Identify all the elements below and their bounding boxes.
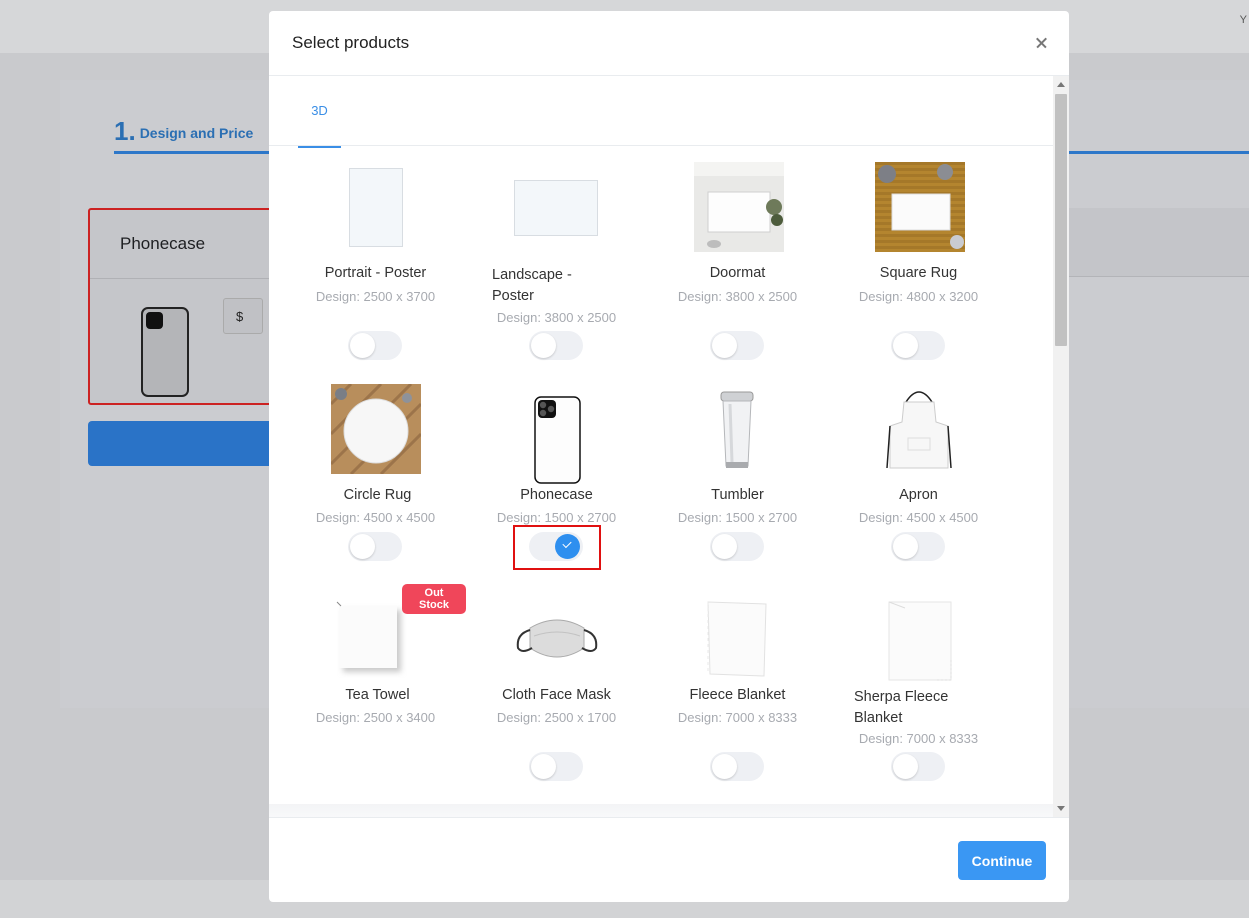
selection-highlight — [513, 525, 601, 570]
background-primary-button — [88, 421, 288, 466]
product-grid: Portrait - Poster Design: 2500 x 3700 La… — [269, 147, 1053, 817]
product-toggle[interactable] — [710, 752, 764, 781]
square-rug-image — [875, 162, 965, 252]
step-indicator: 1. Design and Price — [114, 116, 253, 147]
divider — [90, 278, 286, 279]
face-mask-image — [516, 619, 598, 658]
product-name: Sherpa Fleece Blanket — [854, 689, 949, 726]
modal-header: Select products — [269, 11, 1069, 76]
product-name: Circle Rug — [343, 487, 412, 503]
phonecase-thumbnail — [141, 307, 189, 397]
product-name: Apron — [899, 487, 938, 503]
close-icon[interactable] — [1031, 33, 1051, 53]
product-toggle[interactable] — [891, 752, 945, 781]
product-design-size: Design: 3800 x 2500 — [677, 289, 798, 304]
step-number: 1. — [114, 116, 136, 146]
modal-footer: Continue — [269, 817, 1069, 902]
product-toggle[interactable] — [710, 331, 764, 360]
landscape-poster-image — [514, 180, 598, 236]
modal-scrollbar[interactable] — [1053, 76, 1069, 817]
product-toggle[interactable] — [529, 331, 583, 360]
modal-title: Select products — [292, 33, 410, 52]
background-panel — [1069, 208, 1249, 277]
tea-towel-image — [336, 601, 401, 672]
product-tabs: 3D — [269, 76, 1053, 148]
sherpa-blanket-image — [888, 601, 952, 681]
scroll-thumb[interactable] — [1055, 94, 1067, 346]
product-toggle[interactable] — [891, 532, 945, 561]
portrait-poster-image — [349, 168, 403, 247]
selected-product-card: Phonecase $ — [88, 208, 288, 405]
selected-product-title: Phonecase — [120, 234, 206, 253]
doormat-image — [694, 162, 784, 252]
product-name: Fleece Blanket — [689, 687, 786, 703]
step-label: Design and Price — [139, 125, 254, 141]
select-products-modal: Select products 3D Portrait - Poster Des… — [269, 11, 1069, 902]
phonecase-image — [534, 396, 581, 484]
product-name: Landscape - Poster — [492, 267, 572, 304]
scroll-down-icon[interactable] — [1057, 806, 1065, 811]
tumbler-image — [720, 391, 754, 468]
product-name: Tumbler — [711, 487, 764, 503]
product-design-size: Design: 2500 x 1700 — [496, 710, 617, 725]
product-name: Doormat — [709, 265, 766, 281]
apron-image — [886, 391, 952, 469]
product-design-size: Design: 2500 x 3400 — [315, 710, 436, 725]
product-design-size: Design: 1500 x 2700 — [496, 510, 617, 525]
product-name: Square Rug — [879, 265, 958, 281]
product-design-size: Design: 4800 x 3200 — [858, 289, 979, 304]
product-design-size: Design: 3800 x 2500 — [496, 310, 617, 325]
product-design-size: Design: 7000 x 8333 — [858, 731, 979, 746]
tab-3d[interactable]: 3D — [298, 76, 341, 148]
product-toggle[interactable] — [348, 331, 402, 360]
currency-prefix: $ — [223, 298, 263, 334]
product-toggle[interactable] — [348, 532, 402, 561]
scroll-up-icon[interactable] — [1057, 82, 1065, 87]
product-toggle[interactable] — [891, 331, 945, 360]
product-toggle[interactable] — [529, 752, 583, 781]
product-design-size: Design: 4500 x 4500 — [858, 510, 979, 525]
product-design-size: Design: 2500 x 3700 — [315, 289, 436, 304]
next-row-preview — [269, 804, 1053, 817]
corner-glyph: Y — [1239, 14, 1247, 26]
product-toggle[interactable] — [710, 532, 764, 561]
product-name: Cloth Face Mask — [502, 687, 611, 703]
product-name: Phonecase — [520, 487, 593, 503]
product-design-size: Design: 7000 x 8333 — [677, 710, 798, 725]
product-design-size: Design: 1500 x 2700 — [677, 510, 798, 525]
product-name: Portrait - Poster — [324, 265, 427, 281]
out-of-stock-badge: Out Stock — [402, 584, 466, 614]
circle-rug-image — [331, 384, 421, 474]
product-design-size: Design: 4500 x 4500 — [315, 510, 436, 525]
continue-button[interactable]: Continue — [958, 841, 1046, 880]
fleece-blanket-image — [707, 601, 767, 677]
product-name: Tea Towel — [345, 687, 410, 703]
